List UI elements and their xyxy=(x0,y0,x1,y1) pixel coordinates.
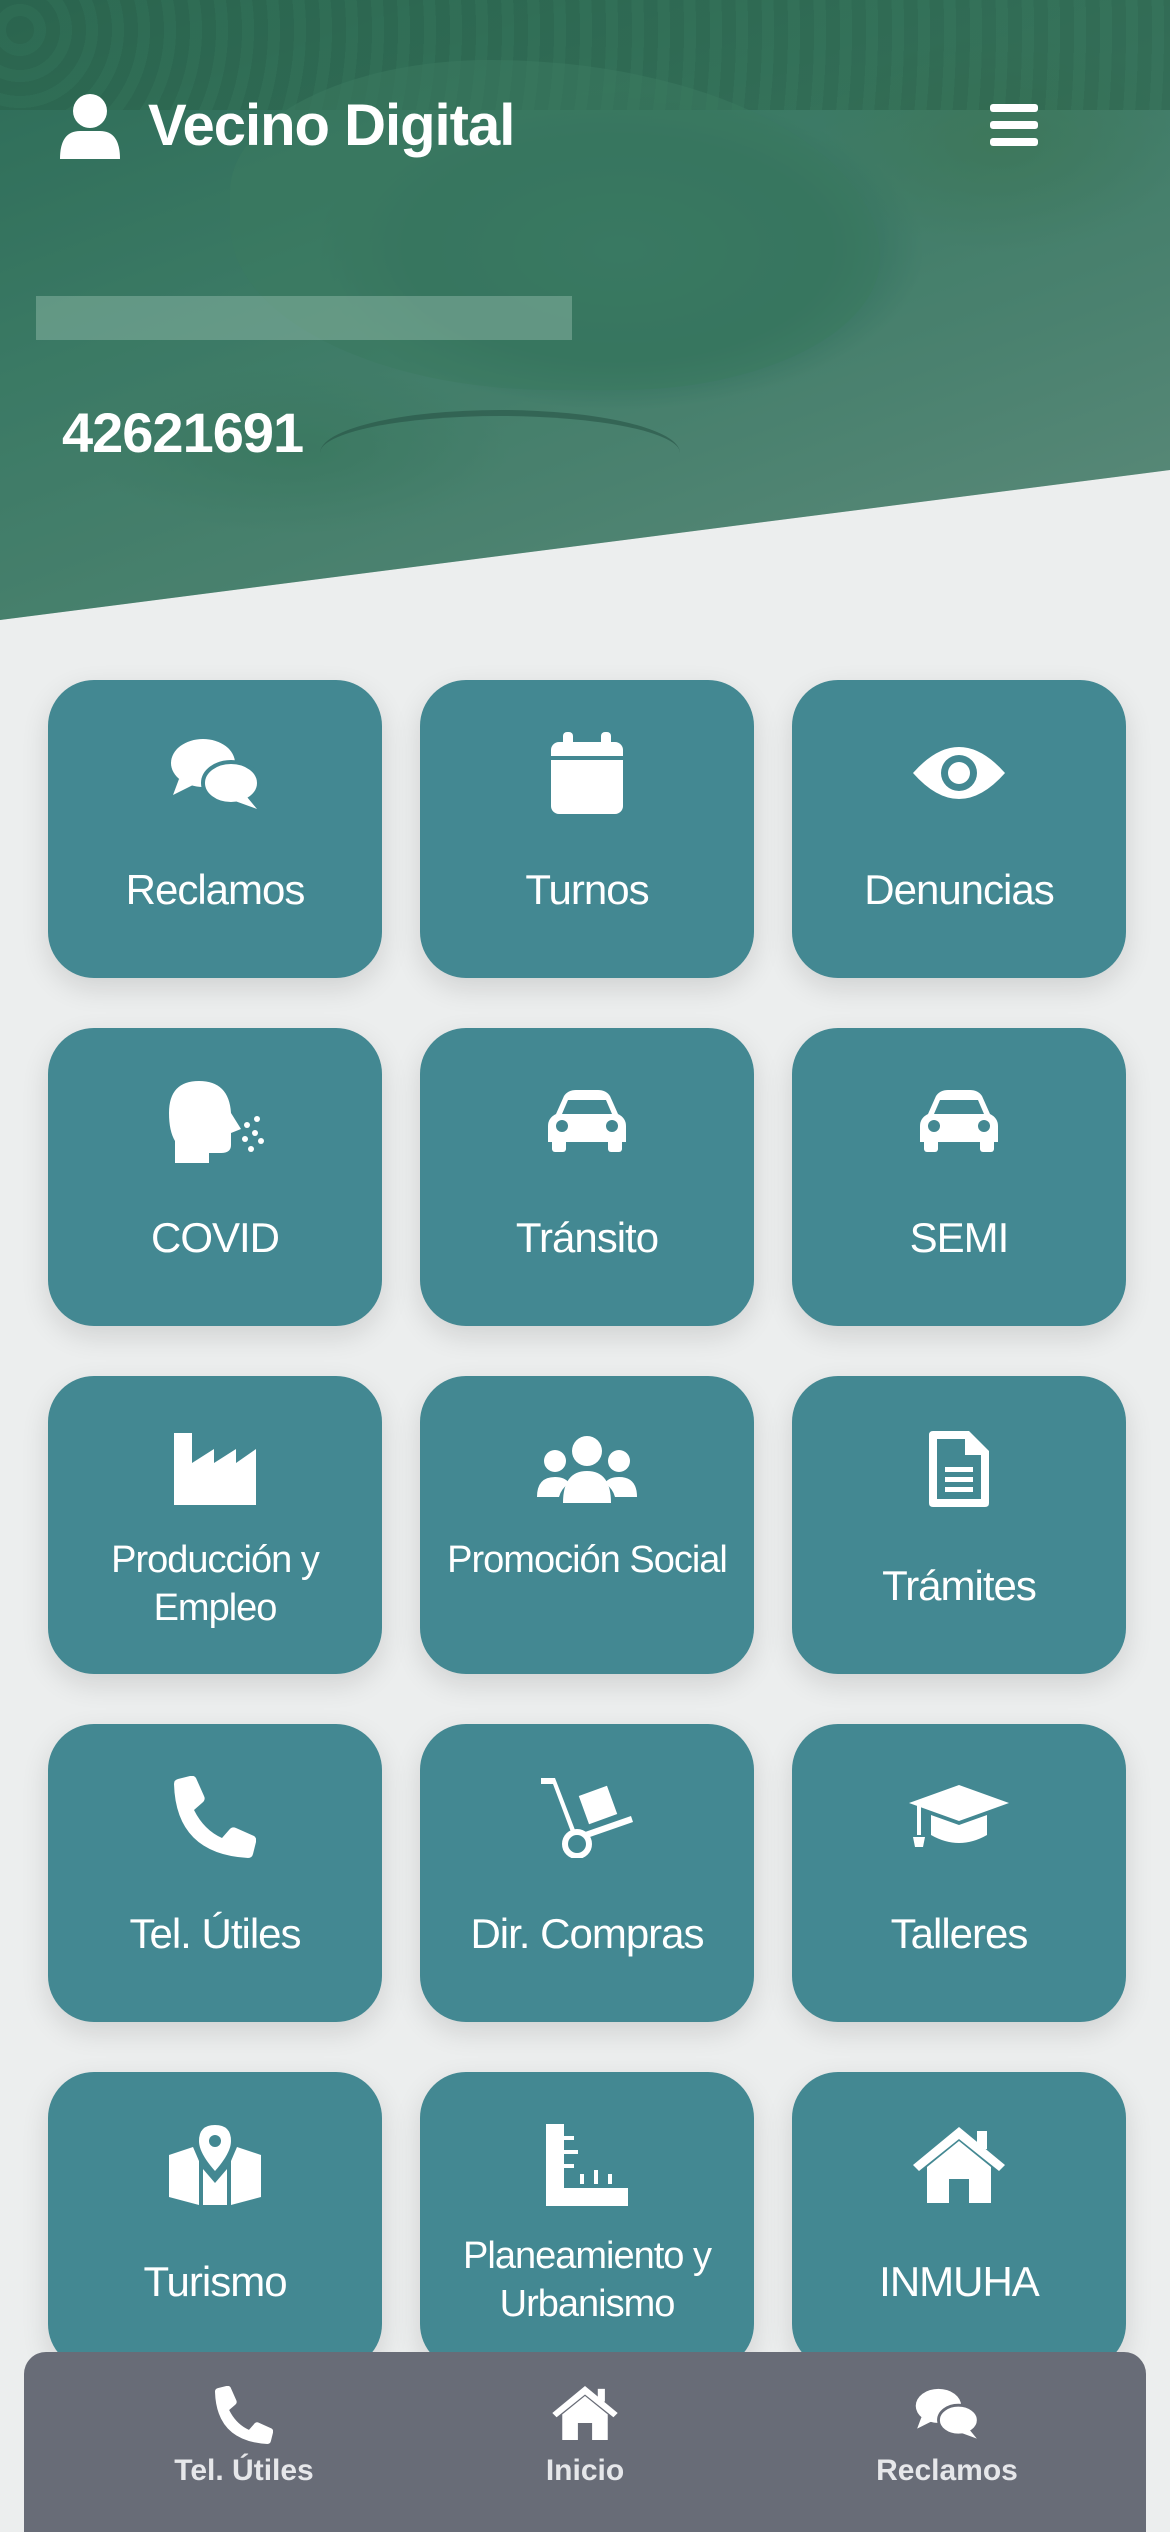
user-id: 42621691 xyxy=(62,401,304,464)
tile-label: SEMI xyxy=(909,1214,1010,1261)
tile-planeamiento-urbanismo[interactable]: Planeamiento y Urbanismo xyxy=(420,2072,754,2370)
industry-icon xyxy=(165,1424,265,1514)
tile-label: Talleres xyxy=(890,1910,1029,1957)
user-icon xyxy=(60,93,120,159)
car-icon xyxy=(537,1076,637,1166)
comments-icon xyxy=(165,728,265,818)
tile-label: Denuncias xyxy=(864,866,1054,913)
nav-reclamos[interactable]: Reclamos xyxy=(797,2352,1097,2532)
nav-inicio[interactable]: Inicio xyxy=(435,2352,735,2532)
tile-label: Producción y Empleo xyxy=(111,1539,320,1629)
tile-inmuha[interactable]: INMUHA xyxy=(792,2072,1126,2370)
file-icon xyxy=(909,1424,1009,1514)
app-brand: Vecino Digital xyxy=(58,92,515,159)
bottom-navigation: Tel. Útiles Inicio Reclamos xyxy=(24,2352,1146,2532)
home-icon xyxy=(909,2120,1009,2210)
tile-label: Trámites xyxy=(882,1562,1037,1609)
nav-label: Reclamos xyxy=(876,2454,1018,2487)
tile-turnos[interactable]: Turnos xyxy=(420,680,754,978)
tile-label: Reclamos xyxy=(125,866,306,913)
tile-reclamos[interactable]: Reclamos xyxy=(48,680,382,978)
graduation-cap-icon xyxy=(909,1772,1009,1862)
eye-icon xyxy=(909,728,1009,818)
nav-tel-utiles[interactable]: Tel. Útiles xyxy=(94,2352,394,2532)
nav-label: Tel. Útiles xyxy=(174,2454,314,2487)
phone-icon xyxy=(165,1772,265,1862)
tile-tel-utiles[interactable]: Tel. Útiles xyxy=(48,1724,382,2022)
users-icon xyxy=(537,1424,637,1514)
hamburger-menu-icon[interactable] xyxy=(990,104,1038,146)
nav-label: Inicio xyxy=(545,2454,625,2487)
tile-label: Planeamiento y Urbanismo xyxy=(463,2235,712,2325)
ruler-icon xyxy=(537,2120,637,2210)
car-icon xyxy=(909,1076,1009,1166)
tile-label: COVID xyxy=(150,1214,280,1261)
calendar-icon xyxy=(537,728,637,818)
dolly-icon xyxy=(537,1772,637,1862)
tile-semi[interactable]: SEMI xyxy=(792,1028,1126,1326)
tile-tramites[interactable]: Trámites xyxy=(792,1376,1126,1674)
tile-produccion-empleo[interactable]: Producción y Empleo xyxy=(48,1376,382,1674)
tile-label: INMUHA xyxy=(879,2258,1040,2305)
tile-transito[interactable]: Tránsito xyxy=(420,1028,754,1326)
app-title: Vecino Digital xyxy=(148,93,515,158)
tile-label: Dir. Compras xyxy=(470,1910,704,1957)
tile-label: Tránsito xyxy=(515,1214,659,1261)
tile-promocion-social[interactable]: Promoción Social xyxy=(420,1376,754,1674)
tile-label: Turnos xyxy=(525,866,649,913)
user-name-placeholder xyxy=(36,296,572,340)
tile-turismo[interactable]: Turismo xyxy=(48,2072,382,2370)
comments-icon xyxy=(914,2386,980,2445)
phone-icon xyxy=(215,2385,274,2449)
tile-covid[interactable]: COVID xyxy=(48,1028,382,1326)
tile-dir-compras[interactable]: Dir. Compras xyxy=(420,1724,754,2022)
tile-label: Turismo xyxy=(143,2258,287,2305)
tile-label: Tel. Útiles xyxy=(129,1910,301,1957)
tile-label: Promoción Social xyxy=(447,1539,728,1581)
head-sneeze-icon xyxy=(165,1076,265,1166)
home-icon xyxy=(552,2386,618,2445)
tile-talleres[interactable]: Talleres xyxy=(792,1724,1126,2022)
map-marked-icon xyxy=(165,2120,265,2210)
tile-denuncias[interactable]: Denuncias xyxy=(792,680,1126,978)
